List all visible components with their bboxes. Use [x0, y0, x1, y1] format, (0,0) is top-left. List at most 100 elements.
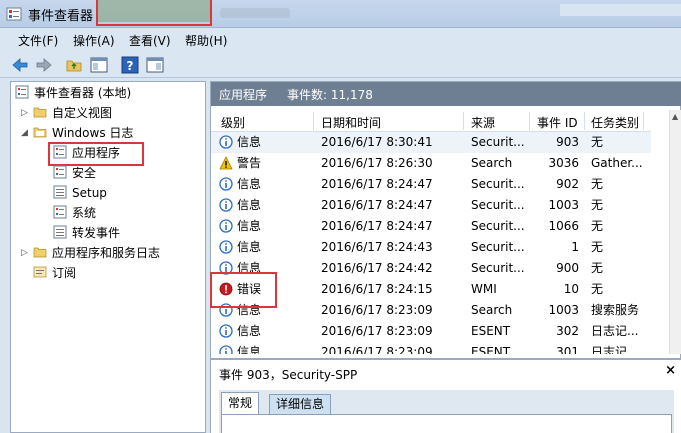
table-row[interactable]: 信息 2016/6/17 8:30:41 Securit... 903 无 — [211, 132, 651, 153]
expand-arrow-icon[interactable]: ▷ — [21, 108, 28, 118]
collapse-arrow-icon[interactable]: ◢ — [21, 128, 28, 138]
table-row[interactable]: 信息 2016/6/17 8:24:47 Securit... 902 无 — [211, 174, 651, 195]
column-datetime[interactable]: 日期和时间 — [321, 114, 381, 131]
table-row[interactable]: 信息 2016/6/17 8:23:09 ESENT 301 日志记... — [211, 342, 651, 354]
toolbar: ? — [0, 52, 681, 78]
cell-category: 无 — [591, 240, 604, 254]
cell-source: Securit... — [471, 261, 525, 275]
events-pane: 应用程序 事件数: 11,178 级别 日期和时间 来源 事件 ID 任务类别 … — [210, 81, 681, 433]
cell-source: Search — [471, 156, 513, 170]
cell-event-id: 1003 — [548, 198, 579, 212]
svg-text:?: ? — [127, 59, 134, 73]
cell-datetime: 2016/6/17 8:24:43 — [321, 240, 433, 254]
tree-item-forwarded[interactable]: 转发事件 — [53, 223, 120, 243]
table-row[interactable]: 警告 2016/6/17 8:26:30 Search 3036 Gather... — [211, 153, 651, 174]
table-row[interactable]: 信息 2016/6/17 8:23:09 ESENT 302 日志记... — [211, 321, 651, 342]
expand-arrow-icon[interactable]: ▷ — [21, 248, 28, 258]
info-icon — [219, 240, 233, 254]
folder-icon — [33, 107, 47, 118]
column-category[interactable]: 任务类别 — [591, 114, 639, 131]
cell-datetime: 2016/6/17 8:24:47 — [321, 219, 433, 233]
info-icon — [219, 135, 233, 149]
cell-category: 无 — [591, 219, 604, 233]
cell-category: 无 — [591, 135, 604, 149]
tree-item-windows-logs[interactable]: Windows 日志 — [33, 123, 133, 143]
help-icon[interactable]: ? — [120, 55, 140, 75]
cell-datetime: 2016/6/17 8:30:41 — [321, 135, 433, 149]
tree-item-label: 转发事件 — [72, 226, 121, 240]
scroll-up-icon[interactable]: ▲ — [672, 112, 678, 121]
table-row[interactable]: 信息 2016/6/17 8:24:42 Securit... 900 无 — [211, 258, 651, 279]
event-viewer-icon — [6, 7, 22, 21]
tree-item-subscriptions[interactable]: 订阅 — [33, 263, 76, 283]
cell-source: ESENT — [471, 345, 511, 354]
tree-item-setup[interactable]: Setup — [53, 183, 107, 203]
cell-source: Securit... — [471, 135, 525, 149]
error-highlight-box — [210, 272, 277, 308]
cell-source: Securit... — [471, 219, 525, 233]
menu-action[interactable]: 操作(A) — [73, 32, 115, 49]
pane-header: 应用程序 事件数: 11,178 — [211, 82, 681, 106]
tree-item-root[interactable]: 事件查看器 (本地) — [15, 83, 131, 103]
column-separator[interactable] — [529, 112, 530, 130]
tree-item-custom-views[interactable]: 自定义视图 — [33, 103, 112, 123]
table-row[interactable]: 信息 2016/6/17 8:23:09 Search 1003 搜索服务 — [211, 300, 651, 321]
info-icon — [219, 219, 233, 233]
cell-level: 信息 — [237, 219, 262, 233]
table-row[interactable]: 错误 2016/6/17 8:24:15 WMI 10 无 — [211, 279, 651, 300]
column-separator[interactable] — [313, 112, 314, 130]
cell-event-id: 302 — [556, 324, 579, 338]
forward-arrow-icon[interactable] — [34, 55, 54, 75]
tree-item-app-service-logs[interactable]: 应用程序和服务日志 — [33, 243, 160, 263]
cell-event-id: 10 — [563, 282, 579, 296]
menu-view[interactable]: 查看(V) — [129, 32, 171, 49]
cell-event-id: 902 — [556, 177, 579, 191]
folder-icon — [33, 247, 47, 258]
cell-level: 信息 — [237, 177, 262, 191]
title-bar: 事件查看器 — [0, 0, 681, 28]
action-pane-icon[interactable] — [145, 55, 165, 75]
cell-category: 无 — [591, 261, 604, 275]
tree-item-label: 自定义视图 — [52, 106, 113, 120]
cell-datetime: 2016/6/17 8:24:47 — [321, 198, 433, 212]
column-separator[interactable] — [463, 112, 464, 130]
subscription-icon — [33, 266, 47, 278]
column-separator[interactable] — [643, 112, 644, 130]
log-icon — [53, 165, 67, 179]
vertical-scrollbar[interactable]: ▲ — [669, 110, 681, 354]
tree-item-system[interactable]: 系统 — [53, 203, 96, 223]
up-folder-icon[interactable] — [64, 55, 84, 75]
menu-help[interactable]: 帮助(H) — [185, 32, 227, 49]
cell-category: 无 — [591, 282, 604, 296]
tab-details[interactable]: 详细信息 — [269, 394, 332, 414]
cell-source: ESENT — [471, 324, 511, 338]
column-source[interactable]: 来源 — [471, 114, 495, 131]
cell-source: Securit... — [471, 198, 525, 212]
show-hide-pane-icon[interactable] — [89, 55, 109, 75]
table-row[interactable]: 信息 2016/6/17 8:24:43 Securit... 1 无 — [211, 237, 651, 258]
column-separator[interactable] — [584, 112, 585, 130]
info-icon — [219, 177, 233, 191]
cell-event-id: 301 — [556, 345, 579, 354]
blurred-title-region — [560, 4, 681, 16]
pane-title: 应用程序 — [219, 88, 268, 102]
cell-level: 信息 — [237, 240, 262, 254]
cell-level: 信息 — [237, 345, 262, 354]
back-arrow-icon[interactable] — [10, 55, 30, 75]
tab-general[interactable]: 常规 — [221, 392, 260, 414]
cell-datetime: 2016/6/17 8:23:09 — [321, 345, 433, 354]
tree-item-label: Windows 日志 — [52, 126, 134, 140]
menu-file[interactable]: 文件(F) — [18, 32, 58, 49]
tree-item-security[interactable]: 安全 — [53, 163, 96, 183]
column-event-id[interactable]: 事件 ID — [537, 114, 578, 131]
detail-title: 事件 903，Security-SPP — [219, 368, 358, 382]
cell-datetime: 2016/6/17 8:23:09 — [321, 303, 433, 317]
close-icon[interactable]: × — [665, 363, 676, 378]
column-level[interactable]: 级别 — [221, 114, 245, 131]
window-title: 事件查看器 — [28, 9, 94, 24]
navigation-tree: 事件查看器 (本地) ▷ 自定义视图 ◢ Windows 日志 应用程序 安全 … — [10, 81, 206, 433]
tree-item-label: 安全 — [72, 166, 97, 180]
cell-level: 信息 — [237, 198, 262, 212]
table-row[interactable]: 信息 2016/6/17 8:24:47 Securit... 1066 无 — [211, 216, 651, 237]
table-row[interactable]: 信息 2016/6/17 8:24:47 Securit... 1003 无 — [211, 195, 651, 216]
